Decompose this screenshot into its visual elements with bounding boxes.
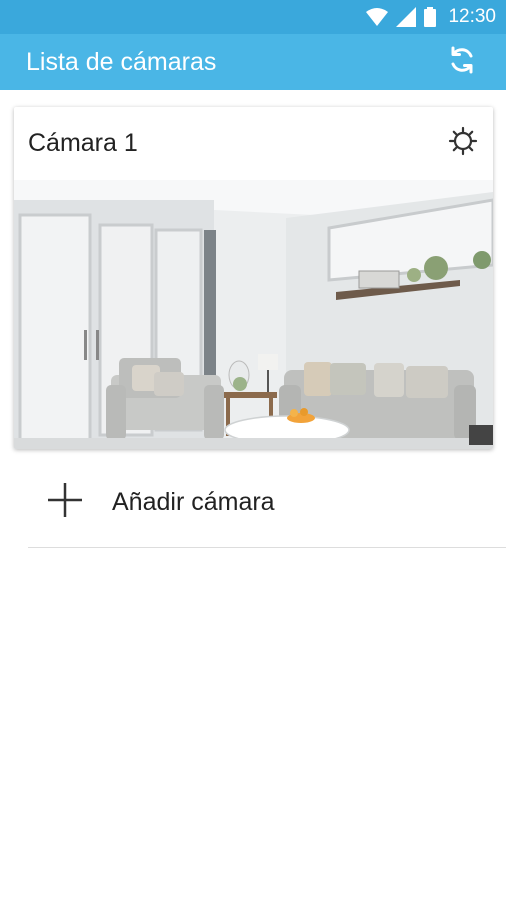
living-room-image xyxy=(14,180,493,449)
plus-icon xyxy=(28,481,84,524)
refresh-button[interactable] xyxy=(442,42,482,82)
camera-settings-button[interactable] xyxy=(445,126,481,162)
add-camera-label: Añadir cámara xyxy=(112,487,275,516)
camera-name: Cámara 1 xyxy=(28,129,138,157)
signal-icon xyxy=(396,7,417,27)
camera-card[interactable]: Cámara 1 xyxy=(14,107,493,449)
battery-icon xyxy=(424,7,437,27)
refresh-icon xyxy=(447,45,477,80)
status-time: 12:30 xyxy=(448,6,496,27)
divider xyxy=(28,547,506,548)
page-title: Lista de cámaras xyxy=(26,47,217,76)
app-bar: Lista de cámaras xyxy=(0,34,506,90)
camera-preview[interactable] xyxy=(14,180,493,449)
camera-card-header: Cámara 1 xyxy=(14,107,493,180)
gear-icon xyxy=(448,126,478,161)
wifi-icon xyxy=(366,7,389,27)
add-camera-button[interactable]: Añadir cámara xyxy=(28,470,506,534)
status-bar: 12:30 xyxy=(0,0,506,34)
